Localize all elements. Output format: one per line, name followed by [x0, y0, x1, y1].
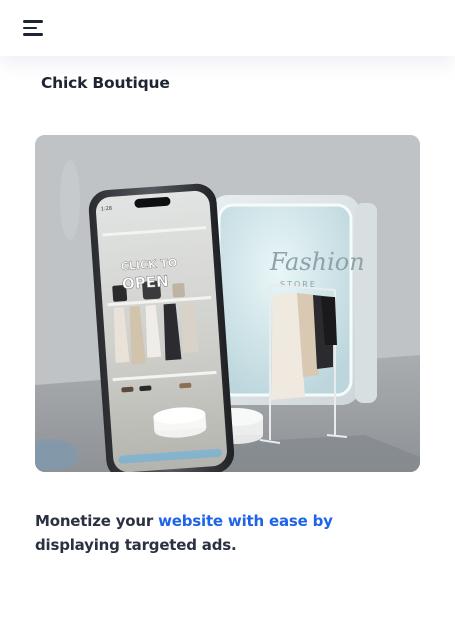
tagline: Monetize your website with ease by displ…	[35, 509, 335, 557]
store-sign-text: Fashion	[269, 248, 365, 276]
hamburger-menu-icon[interactable]	[20, 16, 46, 40]
phone-mockup: 1:28 CLICK TO OPEN	[88, 183, 235, 472]
menu-line	[23, 26, 37, 30]
phone-time: 1:28	[101, 206, 113, 213]
menu-line	[23, 33, 43, 36]
tagline-part2: displaying targeted ads.	[35, 536, 237, 554]
tagline-part1: Monetize your	[35, 512, 159, 530]
tagline-highlight: website with ease by	[158, 512, 333, 530]
phone-overlay-line2: OPEN	[121, 272, 169, 293]
hero-image: Fashion STORE 1:28 CLICK TO OPEN	[35, 135, 420, 472]
top-navigation-bar	[0, 0, 455, 56]
brand-title: Chick Boutique	[41, 74, 170, 92]
menu-line	[23, 20, 43, 23]
